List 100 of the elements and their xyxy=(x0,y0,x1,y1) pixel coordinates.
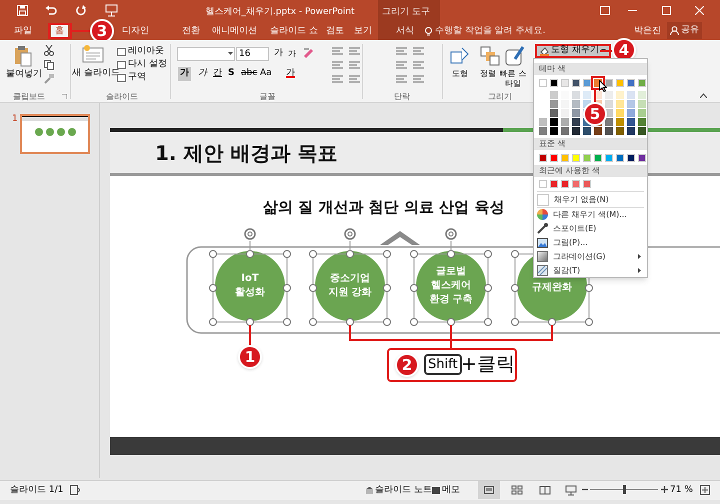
circle-shape[interactable] xyxy=(215,251,285,321)
quick-styles-icon[interactable] xyxy=(505,46,525,66)
circle-shape[interactable] xyxy=(315,251,385,321)
paragraph-icon[interactable] xyxy=(413,61,424,70)
zoom-in-icon[interactable] xyxy=(661,486,668,493)
color-swatch[interactable] xyxy=(539,79,547,87)
format-button[interactable]: abc xyxy=(241,67,258,80)
copy-icon[interactable] xyxy=(44,60,54,70)
accessibility-icon[interactable] xyxy=(70,485,80,495)
format-painter-icon[interactable] xyxy=(44,74,54,84)
zoom-level[interactable]: 71 % xyxy=(670,484,693,498)
paragraph-icon[interactable] xyxy=(349,61,360,70)
paragraph-icon[interactable] xyxy=(332,47,343,56)
paragraph-icon[interactable] xyxy=(396,47,407,56)
shade-column[interactable] xyxy=(572,91,580,136)
paragraph-icon[interactable] xyxy=(413,75,424,84)
rotate-handle-icon[interactable] xyxy=(244,228,256,252)
grow-font-button[interactable]: 가 xyxy=(274,47,283,60)
shape-fill-button[interactable]: 도형 채우기 xyxy=(535,44,611,58)
color-swatch[interactable] xyxy=(616,79,624,87)
notes-button[interactable]: 슬라이드 노트 xyxy=(366,484,432,498)
color-swatch[interactable] xyxy=(550,154,558,162)
ribbon-tab[interactable]: 보기 xyxy=(350,24,376,39)
color-swatch[interactable] xyxy=(594,154,602,162)
drawing-button[interactable]: 도형 xyxy=(446,69,474,79)
ribbon-tab[interactable]: 서식 xyxy=(392,24,418,39)
ribbon-tab[interactable]: 애니메이션 xyxy=(208,24,261,39)
drawing-button[interactable]: 빠른 스타일 xyxy=(499,69,527,89)
menu-item[interactable]: 그라데이션(G) xyxy=(537,250,644,263)
selection-frame[interactable] xyxy=(209,250,291,326)
maximize-button[interactable] xyxy=(662,6,671,15)
color-swatch[interactable] xyxy=(550,180,558,188)
ribbon-tab[interactable]: 파일 xyxy=(10,24,36,39)
paste-icon[interactable] xyxy=(14,45,32,67)
ribbon-tab[interactable]: 슬라이드 쇼 xyxy=(266,24,322,39)
color-swatch[interactable] xyxy=(605,79,613,87)
font-size-field[interactable]: 16 xyxy=(236,47,269,61)
user-name[interactable]: 박은진 xyxy=(634,25,661,38)
format-button[interactable]: 가 xyxy=(198,67,207,80)
clear-format-icon[interactable] xyxy=(303,47,314,58)
color-swatch[interactable] xyxy=(616,154,624,162)
dropdown-caret-icon[interactable] xyxy=(228,52,233,56)
format-button[interactable]: 가 xyxy=(178,67,191,80)
rotate-handle-icon[interactable] xyxy=(445,228,457,252)
ribbon-display-icon[interactable] xyxy=(600,6,610,15)
color-swatch[interactable] xyxy=(561,79,569,87)
color-swatch[interactable] xyxy=(572,180,580,188)
paragraph-icon[interactable] xyxy=(349,47,360,56)
ribbon-tab[interactable]: 검토 xyxy=(322,24,348,39)
view-button[interactable] xyxy=(478,481,500,499)
color-swatch[interactable] xyxy=(583,79,591,87)
color-swatch[interactable] xyxy=(583,180,591,188)
new-slide-icon[interactable] xyxy=(82,45,104,63)
scissors-icon[interactable] xyxy=(44,45,54,56)
format-button[interactable]: 간 xyxy=(213,67,222,80)
paragraph-icon[interactable] xyxy=(396,75,407,84)
font-name-field[interactable] xyxy=(177,47,235,61)
undo-icon[interactable] xyxy=(45,5,57,16)
color-swatch[interactable] xyxy=(561,180,569,188)
close-icon[interactable] xyxy=(695,6,704,15)
paragraph-icon[interactable] xyxy=(349,75,360,84)
zoom-out-icon[interactable] xyxy=(582,487,588,492)
dialog-launcher-icon[interactable] xyxy=(62,94,67,99)
menu-item[interactable]: 그림(P)... xyxy=(537,236,644,249)
shapes-icon[interactable] xyxy=(450,46,470,66)
color-swatch[interactable] xyxy=(627,79,635,87)
ribbon-tab[interactable]: 디자인 xyxy=(118,24,153,39)
shade-column[interactable] xyxy=(550,91,558,136)
circle-shape[interactable] xyxy=(416,251,486,321)
fit-window-icon[interactable] xyxy=(700,485,710,495)
shade-column[interactable] xyxy=(627,91,635,136)
redo-icon[interactable] xyxy=(76,5,87,16)
save-icon[interactable] xyxy=(17,5,28,16)
share-button[interactable]: 공유 xyxy=(667,22,702,39)
color-swatch[interactable] xyxy=(572,154,580,162)
shrink-font-button[interactable]: 가 xyxy=(288,48,296,60)
color-swatch[interactable] xyxy=(605,154,613,162)
slide-command[interactable]: 구역 xyxy=(117,71,146,84)
color-swatch[interactable] xyxy=(539,154,547,162)
color-swatch[interactable] xyxy=(572,79,580,87)
zoom-thumb[interactable] xyxy=(623,485,626,494)
color-swatch[interactable] xyxy=(561,154,569,162)
format-button[interactable]: Aa xyxy=(260,67,272,80)
paragraph-icon[interactable] xyxy=(332,75,343,84)
paste-button[interactable]: 붙여넣기 xyxy=(6,68,42,82)
paragraph-icon[interactable] xyxy=(332,61,343,70)
presenter-icon[interactable] xyxy=(105,4,118,17)
menu-item[interactable]: 다른 채우기 색(M)... xyxy=(537,208,644,221)
paragraph-icon[interactable] xyxy=(396,61,407,70)
format-button[interactable]: S xyxy=(228,67,234,80)
color-swatch[interactable] xyxy=(627,154,635,162)
menu-item[interactable]: 채우기 없음(N) xyxy=(537,193,644,206)
rotate-handle-icon[interactable] xyxy=(344,228,356,252)
comments-button[interactable]: 메모 xyxy=(432,484,460,498)
selection-frame[interactable] xyxy=(410,250,492,326)
color-swatch[interactable] xyxy=(583,154,591,162)
collapse-ribbon-icon[interactable] xyxy=(700,93,707,98)
color-swatch[interactable] xyxy=(638,79,646,87)
color-swatch[interactable] xyxy=(539,180,547,188)
slide-command[interactable]: 다시 설정 xyxy=(117,58,167,72)
